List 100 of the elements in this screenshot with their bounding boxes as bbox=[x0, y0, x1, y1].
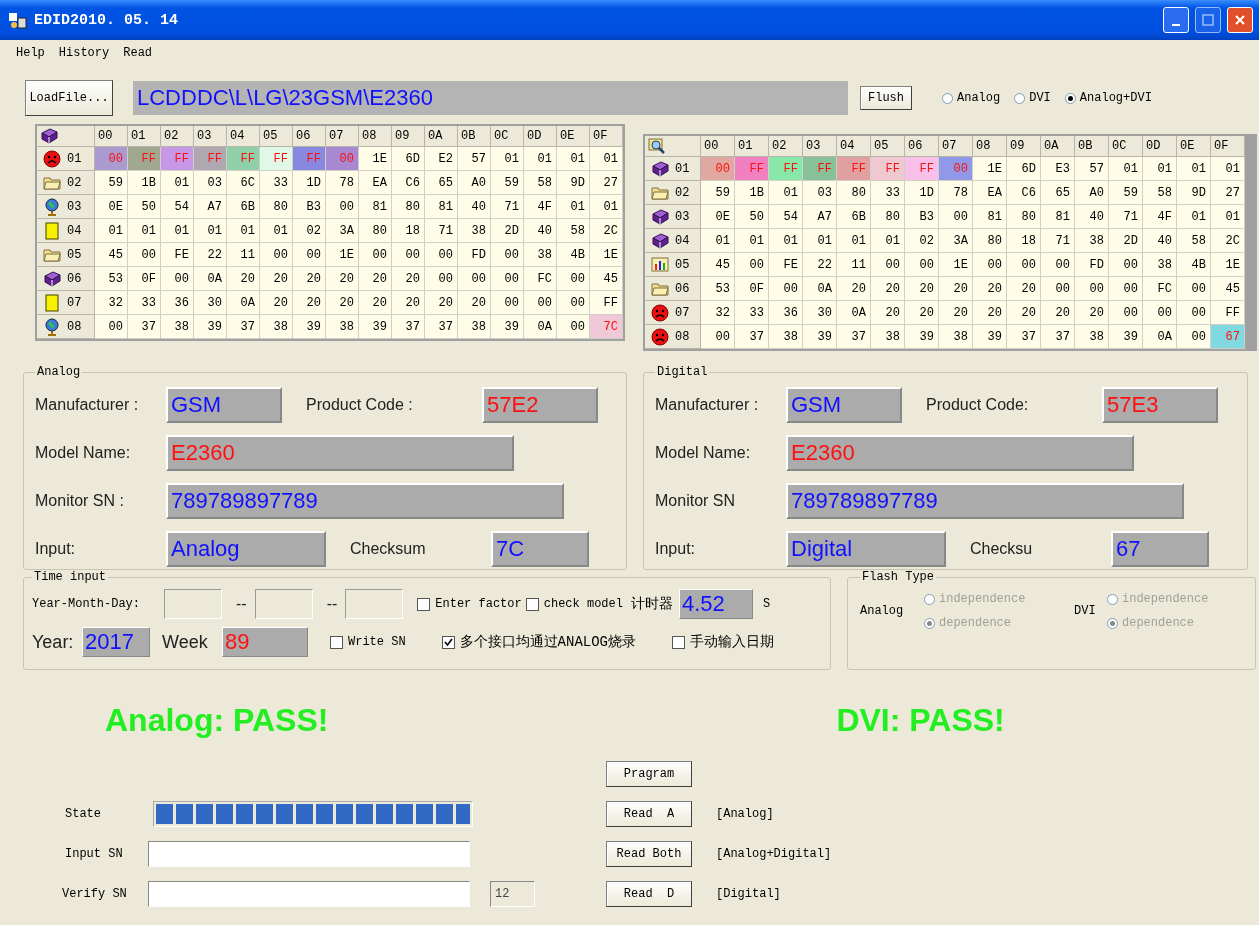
hex-cell: 00 bbox=[769, 277, 803, 301]
hex-cell: 00 bbox=[326, 195, 359, 219]
week-value: 89 bbox=[222, 627, 308, 657]
file-path-field[interactable]: LCDDDC\L\LG\23GSM\E2360 bbox=[133, 81, 848, 115]
sad-face-icon bbox=[43, 149, 61, 168]
hex-cell: 00 bbox=[1041, 253, 1075, 277]
menu-item[interactable]: Read bbox=[123, 46, 153, 60]
close-icon bbox=[1234, 14, 1246, 26]
hex-cell: 0A bbox=[524, 315, 557, 339]
maximize-icon bbox=[1202, 14, 1214, 26]
radio-button[interactable]: DVI bbox=[1014, 91, 1051, 105]
action-button[interactable]: Read A bbox=[606, 801, 692, 827]
value-field: Digital bbox=[786, 531, 946, 567]
book-icon bbox=[651, 231, 669, 250]
hex-cell: 00 bbox=[557, 315, 590, 339]
radio-button[interactable]: Analog+DVI bbox=[1064, 91, 1152, 105]
year-month-field[interactable] bbox=[164, 589, 222, 619]
column-header: 0E bbox=[557, 126, 590, 147]
hex-cell: 1E bbox=[590, 243, 623, 267]
flush-button[interactable]: Flush bbox=[860, 86, 912, 110]
day-field[interactable] bbox=[345, 589, 404, 619]
hex-cell: 38 bbox=[1143, 253, 1177, 277]
value-field: GSM bbox=[166, 387, 282, 423]
column-header: 00 bbox=[95, 126, 128, 147]
load-file-button[interactable]: LoadFile... bbox=[25, 80, 113, 116]
checkbox[interactable]: check model bbox=[525, 597, 623, 611]
hex-cell: 33 bbox=[128, 291, 161, 315]
checkbox[interactable]: Enter factor bbox=[417, 597, 522, 611]
hex-cell: 00 bbox=[326, 147, 359, 171]
column-header: 0C bbox=[491, 126, 524, 147]
hex-cell: 59 bbox=[491, 171, 524, 195]
hex-cell: 00 bbox=[557, 267, 590, 291]
button-note: [Analog] bbox=[716, 807, 775, 821]
book-icon bbox=[651, 159, 669, 178]
magnifier-icon bbox=[648, 137, 666, 155]
hex-cell: 00 bbox=[939, 205, 973, 229]
field-label: Product Code : bbox=[306, 396, 414, 414]
hex-cell: 81 bbox=[1041, 205, 1075, 229]
hex-cell: 59 bbox=[1109, 181, 1143, 205]
hex-cell: C6 bbox=[1007, 181, 1041, 205]
note-icon bbox=[43, 221, 61, 240]
field-label: Manufacturer : bbox=[655, 396, 760, 414]
hex-cell: 20 bbox=[425, 291, 458, 315]
row-number: 07 bbox=[67, 295, 82, 310]
checkbox[interactable]: 手动输入日期 bbox=[672, 633, 775, 651]
hex-cell: 01 bbox=[1143, 157, 1177, 181]
hex-cell: 03 bbox=[194, 171, 227, 195]
row-number: 03 bbox=[675, 209, 690, 224]
column-header: 0E bbox=[1177, 136, 1211, 157]
hex-cell: 38 bbox=[326, 315, 359, 339]
action-button[interactable]: Read Both bbox=[606, 841, 692, 867]
menu-item[interactable]: Help bbox=[16, 46, 45, 60]
year-value: 2017 bbox=[82, 627, 150, 657]
verify-sn-field[interactable] bbox=[148, 881, 470, 907]
radio-button[interactable]: Analog bbox=[942, 91, 1001, 105]
column-header: 01 bbox=[128, 126, 161, 147]
hex-cell: 20 bbox=[871, 301, 905, 325]
radio-circle-icon[interactable] bbox=[1064, 92, 1076, 104]
hex-cell: E3 bbox=[1041, 157, 1075, 181]
globe-icon bbox=[43, 197, 61, 216]
menu-item[interactable]: History bbox=[58, 46, 110, 60]
hex-cell: 01 bbox=[1177, 157, 1211, 181]
hex-cell: FF bbox=[128, 147, 161, 171]
row-number: 04 bbox=[67, 223, 82, 238]
input-sn-field[interactable] bbox=[148, 841, 470, 867]
hex-cell: 01 bbox=[557, 195, 590, 219]
hex-cell: 20 bbox=[1041, 301, 1075, 325]
hex-cell: FE bbox=[161, 243, 194, 267]
minimize-button[interactable] bbox=[1163, 7, 1189, 33]
checkbox[interactable]: 多个接口均通过ANALOG烧录 bbox=[441, 633, 637, 651]
hex-cell: B3 bbox=[293, 195, 326, 219]
hex-cell: 9D bbox=[1177, 181, 1211, 205]
field-label: Input: bbox=[655, 540, 697, 558]
value-field: GSM bbox=[786, 387, 902, 423]
hex-cell: 0F bbox=[128, 267, 161, 291]
hex-cell: 0E bbox=[701, 205, 735, 229]
maximize-button[interactable] bbox=[1195, 7, 1221, 33]
close-button[interactable] bbox=[1227, 7, 1253, 33]
hex-cell: 1E bbox=[973, 157, 1007, 181]
hex-cell: 00 bbox=[359, 243, 392, 267]
hex-cell: 39 bbox=[973, 325, 1007, 349]
row-number: 04 bbox=[675, 233, 690, 248]
hex-cell: 20 bbox=[1007, 301, 1041, 325]
value-field: E2360 bbox=[786, 435, 1134, 471]
checkbox[interactable]: Write SN bbox=[330, 635, 406, 649]
field-label: Checksu bbox=[970, 540, 1034, 558]
radio-circle-icon[interactable] bbox=[942, 92, 953, 104]
hex-cell: 58 bbox=[1143, 181, 1177, 205]
action-button[interactable]: Read D bbox=[606, 881, 692, 907]
hex-cell: 39 bbox=[1109, 325, 1143, 349]
action-button[interactable]: Pragram bbox=[606, 761, 692, 787]
hex-cell: 80 bbox=[359, 219, 392, 243]
sad-face-icon bbox=[651, 303, 669, 322]
row-number: 05 bbox=[675, 257, 690, 272]
hex-cell: 00 bbox=[1109, 253, 1143, 277]
hex-cell: 1E bbox=[1211, 253, 1245, 277]
radio-circle-icon[interactable] bbox=[1014, 92, 1026, 104]
hex-cell: 6B bbox=[227, 195, 260, 219]
hex-cell: 59 bbox=[701, 181, 735, 205]
month-field[interactable] bbox=[254, 589, 313, 619]
